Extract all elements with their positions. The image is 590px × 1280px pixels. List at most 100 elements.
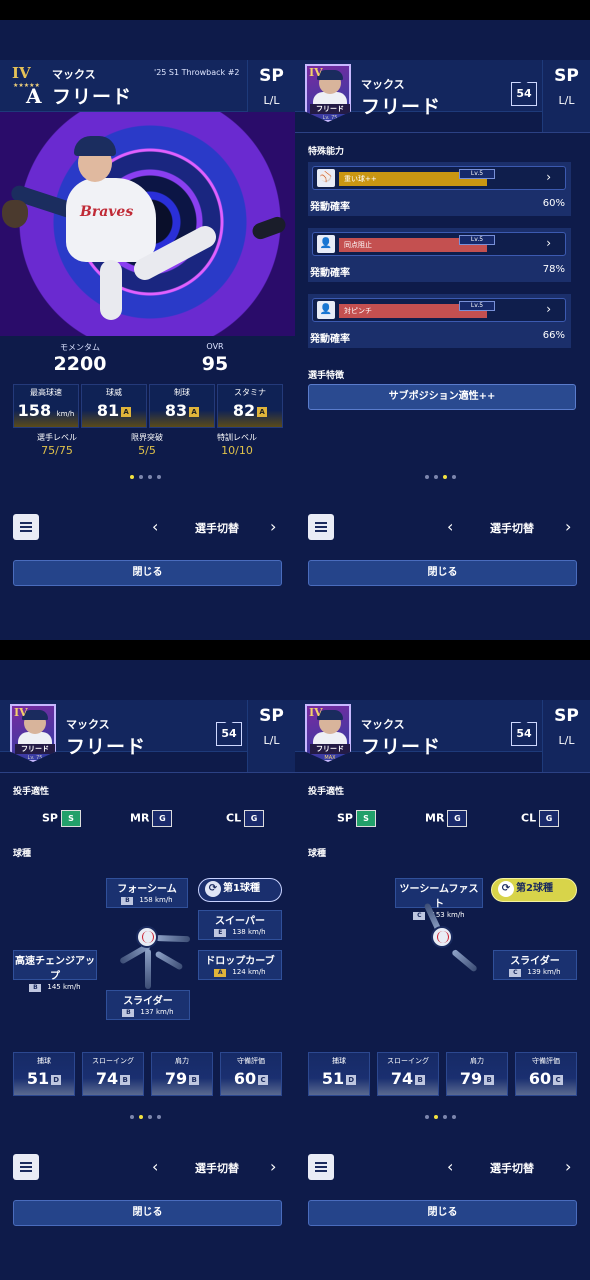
prev-player-button[interactable]: ‹	[447, 517, 453, 536]
stat-defense: 守備評価 60 C	[220, 1052, 282, 1096]
uniform-number: 54	[511, 82, 537, 106]
page-dot[interactable]	[157, 1115, 161, 1119]
pitch-drop-curve: ドロップカーブ A 124 km/h	[198, 950, 282, 980]
page-dot[interactable]	[148, 475, 152, 479]
player-level-label: 選手レベル	[37, 433, 77, 442]
ability-row[interactable]: ⚾ 重い球++ Lv.5 › 発動確率 60%	[308, 162, 571, 216]
stat-control: 制球 83 A	[149, 384, 215, 428]
aptitude-title: 投手適性	[13, 787, 50, 797]
pitch-two-seam: ツーシームファスト C 153 km/h	[395, 878, 483, 920]
abilities-title: 特殊能力	[308, 147, 345, 157]
page-dot[interactable]	[434, 1115, 438, 1119]
stat-catching: 捕球 51 D	[308, 1052, 370, 1096]
stat-arm: 肩力 79 B	[446, 1052, 508, 1096]
player-avatar: IV フリード Lv. 75	[305, 64, 351, 122]
momentum-value: 2200	[53, 353, 107, 375]
player-header: IV ★★★★★ A マックス フリード '25 S1 Throwback #2…	[0, 60, 295, 132]
aptitude-mr: MR G	[130, 810, 173, 827]
stat-defense: 守備評価 60 C	[515, 1052, 577, 1096]
baseball-icon	[136, 926, 158, 948]
position: SP	[554, 66, 579, 86]
stat-power: 球威 81 A	[81, 384, 147, 428]
aptitude-sp: SP S	[337, 810, 376, 827]
rank-label: IV	[12, 64, 31, 82]
limit-break-label: 限界突破	[131, 433, 163, 442]
pitching-panel-alt: IV フリード MAX マックス フリード 54 SP L/L 投手適性 SP S…	[295, 660, 590, 1280]
aptitude-mr: MR G	[425, 810, 468, 827]
card-series: '25 S1 Throwback #2	[154, 68, 240, 77]
stat-throwing: スローイング 74 B	[82, 1052, 144, 1096]
menu-button[interactable]	[308, 514, 334, 540]
menu-button[interactable]	[13, 1154, 39, 1180]
player-card-art: Braves	[0, 112, 295, 336]
page-indicator[interactable]	[425, 1115, 456, 1119]
ability-row[interactable]: 👤 対ピンチ Lv.5 › 発動確率 66%	[308, 294, 571, 348]
close-button[interactable]: 閉じる	[13, 560, 282, 586]
pitch-sweeper: スイーパー E 138 km/h	[198, 910, 282, 940]
ovr-label: OVR	[206, 342, 224, 351]
stat-max-speed: 最高球速 158 km/h	[13, 384, 79, 428]
chevron-right-icon: ›	[546, 236, 551, 250]
player-kana: マックス	[52, 68, 96, 81]
rank-stars: ★★★★★	[13, 82, 40, 89]
player-level-value: 75/75	[41, 444, 73, 457]
page-indicator[interactable]	[130, 475, 161, 479]
baseball-icon	[431, 926, 453, 948]
prev-player-button[interactable]: ‹	[152, 1157, 158, 1176]
page-indicator[interactable]	[425, 475, 456, 479]
next-player-button[interactable]: ›	[270, 517, 276, 536]
stat-catching: 捕球 51 D	[13, 1052, 75, 1096]
close-button[interactable]: 閉じる	[13, 1200, 282, 1226]
page-dot[interactable]	[425, 475, 429, 479]
switch-player-label: 選手切替	[195, 522, 239, 535]
page-dot[interactable]	[452, 1115, 456, 1119]
player-kana: マックス	[361, 718, 405, 731]
menu-button[interactable]	[308, 1154, 334, 1180]
prev-player-button[interactable]: ‹	[152, 517, 158, 536]
player-figure: Braves	[9, 134, 220, 330]
player-overview-panel: IV ★★★★★ A マックス フリード '25 S1 Throwback #2…	[0, 20, 295, 640]
close-button[interactable]: 閉じる	[308, 560, 577, 586]
page-dot[interactable]	[443, 475, 447, 479]
training-level-value: 10/10	[221, 444, 253, 457]
menu-button[interactable]	[13, 514, 39, 540]
player-header: IV フリード MAX マックス フリード 54 SP L/L	[295, 700, 590, 772]
page-indicator[interactable]	[130, 1115, 161, 1119]
ability-row[interactable]: 👤 同点阻止 Lv.5 › 発動確率 78%	[308, 228, 571, 282]
aptitude-cl: CL G	[521, 810, 560, 827]
next-player-button[interactable]: ›	[565, 517, 571, 536]
trait-button[interactable]: サブポジション適性++	[308, 384, 576, 410]
pitch-changeup: 高速チェンジアップ B 145 km/h	[13, 950, 97, 992]
person-icon: 👤	[317, 235, 335, 253]
position: SP	[259, 706, 284, 726]
page-dot[interactable]	[148, 1115, 152, 1119]
next-player-button[interactable]: ›	[565, 1157, 571, 1176]
prev-player-button[interactable]: ‹	[447, 1157, 453, 1176]
position: SP	[259, 66, 284, 86]
next-player-button[interactable]: ›	[270, 1157, 276, 1176]
team-logo: A	[26, 84, 42, 108]
switch-player-label: 選手切替	[195, 1162, 239, 1175]
position-box: SP L/L	[542, 60, 590, 132]
player-name: フリード	[361, 96, 442, 118]
page-dot[interactable]	[157, 475, 161, 479]
chevron-right-icon: ›	[546, 302, 551, 316]
player-name: フリード	[52, 86, 133, 108]
page-dot[interactable]	[139, 1115, 143, 1119]
glove-graphic	[2, 200, 28, 228]
page-dot[interactable]	[443, 1115, 447, 1119]
page-dot[interactable]	[425, 1115, 429, 1119]
page-dot[interactable]	[452, 475, 456, 479]
page-dot[interactable]	[130, 475, 134, 479]
player-header: IV フリード Lv. 75 マックス フリード 54 SP L/L	[295, 60, 590, 132]
second-pitch-badge: ⟳ 第2球種	[491, 878, 577, 902]
training-level-label: 特訓レベル	[217, 433, 257, 442]
aptitude-cl: CL G	[226, 810, 265, 827]
close-button[interactable]: 閉じる	[308, 1200, 577, 1226]
momentum-label: モメンタム	[60, 343, 100, 352]
page-dot[interactable]	[130, 1115, 134, 1119]
abilities-panel: IV フリード Lv. 75 マックス フリード 54 SP L/L 特殊能力 …	[295, 20, 590, 640]
page-dot[interactable]	[139, 475, 143, 479]
page-dot[interactable]	[434, 475, 438, 479]
stat-stamina: スタミナ 82 A	[217, 384, 283, 428]
